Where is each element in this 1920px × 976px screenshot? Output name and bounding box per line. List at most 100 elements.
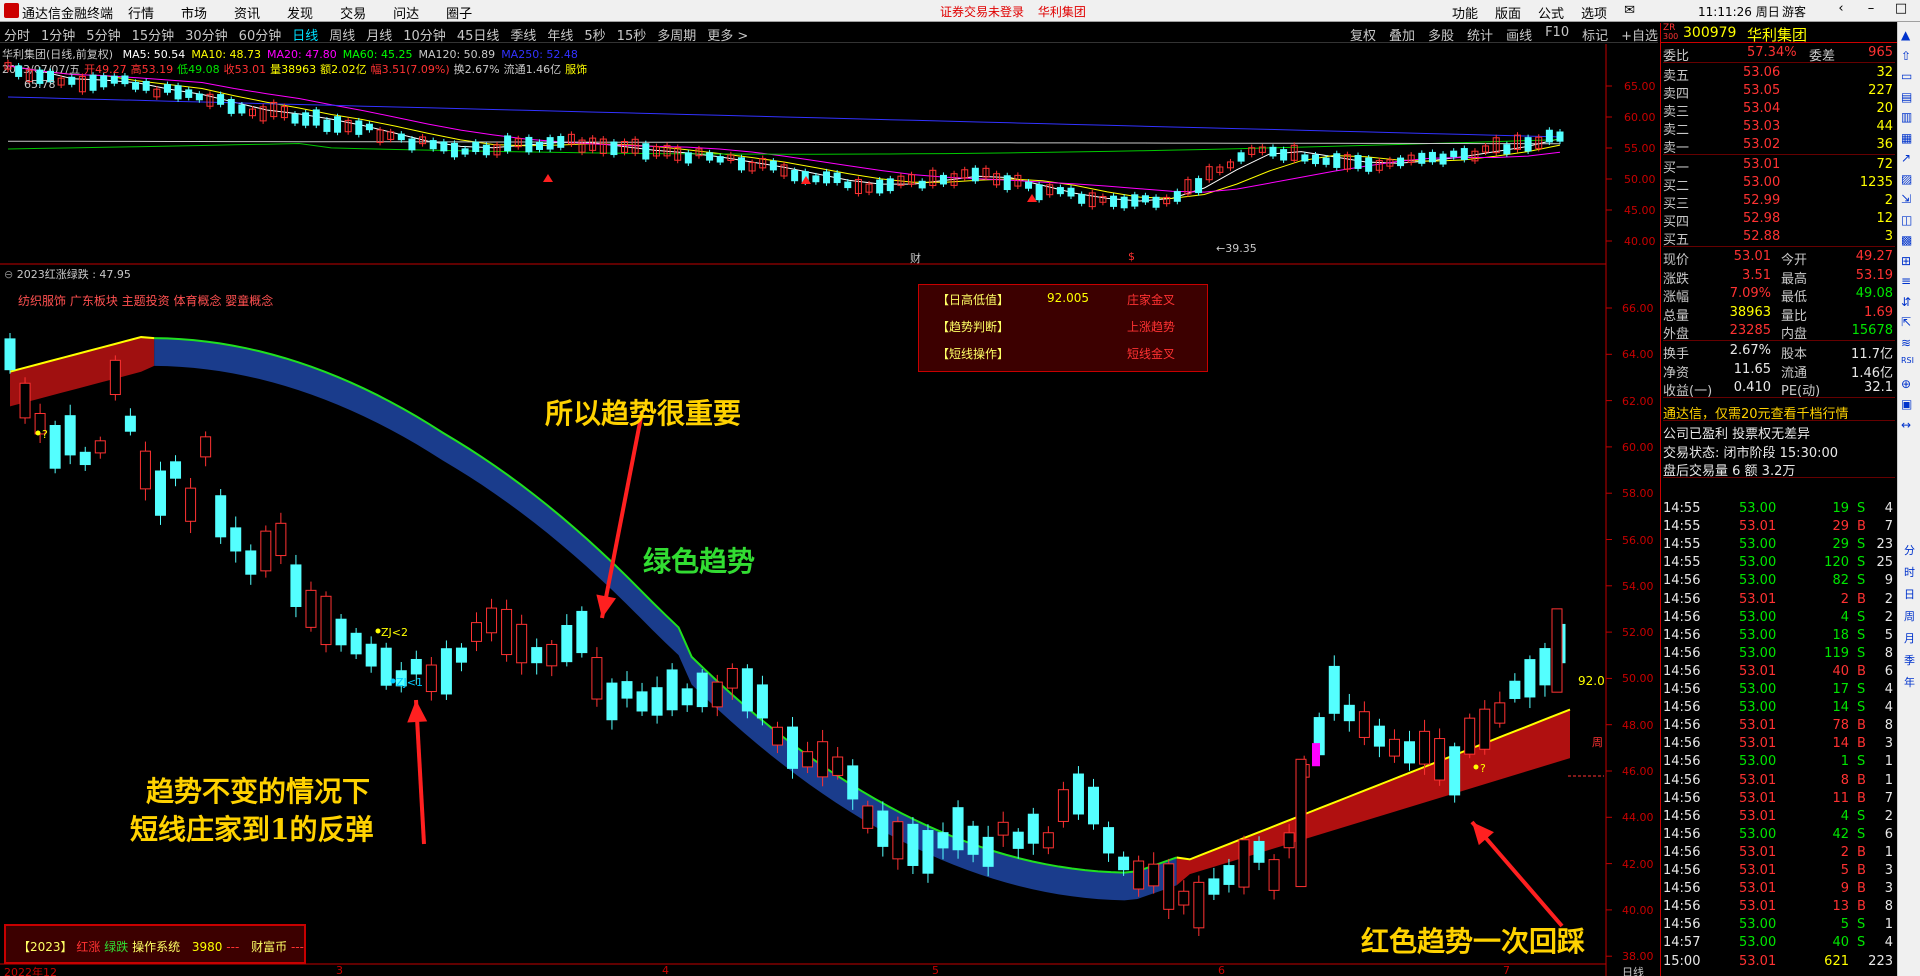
- menu-hangqing[interactable]: 行情: [128, 3, 154, 22]
- tool-strip-icon-13[interactable]: ⇵: [1901, 295, 1911, 309]
- period-strip-4[interactable]: 月: [1904, 630, 1915, 646]
- tool-strip-icon-6[interactable]: ↗: [1901, 151, 1911, 165]
- collapse-icon[interactable]: ⊖: [4, 268, 13, 281]
- arrow-green-trend-head: [596, 594, 617, 618]
- period-strip-6[interactable]: 年: [1904, 674, 1915, 690]
- minimize-icon[interactable]: –: [1856, 1, 1886, 16]
- tool-strip-icon-14[interactable]: ⇱: [1901, 315, 1911, 329]
- chart-tool-0[interactable]: 复权: [1350, 25, 1376, 44]
- tool-strip-icon-10[interactable]: ▩: [1901, 233, 1912, 247]
- system-banner[interactable]: 【2023】 红涨 绿跌 操作系统 3980 --- 财富币 ---: [4, 924, 306, 964]
- menu-banmian[interactable]: 版面: [1495, 3, 1521, 22]
- period-tab-7[interactable]: 周线: [329, 25, 355, 44]
- tick-count: 3: [1884, 736, 1893, 752]
- buy-label: 买四: [1663, 215, 1690, 230]
- tool-strip-icon-19[interactable]: ↔: [1901, 418, 1911, 432]
- period-tab-10[interactable]: 45日线: [457, 25, 500, 44]
- period-tab-3[interactable]: 15分钟: [132, 25, 175, 44]
- title-bar: 通达信金融终端 行情 市场 资讯 发现 交易 问达 圈子 证券交易未登录 华利集…: [0, 0, 1920, 22]
- back-icon[interactable]: ‹: [1826, 1, 1856, 16]
- chart-tool-2[interactable]: 多股: [1428, 25, 1454, 44]
- tick-count: 23: [1876, 537, 1893, 553]
- buy-volume: 2: [1884, 193, 1893, 208]
- period-tab-11[interactable]: 季线: [510, 25, 536, 44]
- menu-gongshi[interactable]: 公式: [1538, 3, 1564, 22]
- period-tab-16[interactable]: 更多 >: [707, 25, 748, 44]
- stat2-label: 换手: [1663, 347, 1690, 362]
- login-notice[interactable]: 证券交易未登录: [940, 5, 1024, 19]
- chart-tool-7[interactable]: +自选: [1621, 25, 1658, 44]
- menu-zixun[interactable]: 资讯: [234, 3, 260, 22]
- period-tab-13[interactable]: 5秒: [584, 25, 605, 44]
- tool-strip-icon-4[interactable]: ▥: [1901, 110, 1912, 124]
- chart-tool-4[interactable]: 画线: [1506, 25, 1532, 44]
- tick-direction: S: [1857, 573, 1866, 589]
- guest-login[interactable]: 游客: [1782, 3, 1806, 20]
- stat2-label-2: 股本: [1781, 347, 1808, 362]
- menu-shichang[interactable]: 市场: [181, 3, 207, 22]
- period-tab-12[interactable]: 年线: [547, 25, 573, 44]
- candle-body: [1419, 730, 1431, 765]
- tick-time: 14:55: [1663, 537, 1701, 553]
- menu-jiaoyi[interactable]: 交易: [340, 3, 366, 22]
- tool-strip-icon-1[interactable]: ⇧: [1901, 49, 1911, 63]
- tool-strip-icon-5[interactable]: ▦: [1901, 131, 1912, 145]
- top-right-menu: 功能 版面 公式 选项 ✉: [1452, 3, 1652, 22]
- tool-strip-icon-12[interactable]: ≡: [1901, 274, 1911, 288]
- period-strip-2[interactable]: 日: [1904, 586, 1915, 602]
- x-tick-4: 6: [1218, 964, 1225, 976]
- top-candle-body: [557, 136, 565, 148]
- chart-tool-3[interactable]: 统计: [1467, 25, 1493, 44]
- low-label: ←39.35: [1216, 242, 1257, 255]
- tool-strip-icon-0[interactable]: ▲: [1901, 28, 1910, 42]
- tool-strip-icon-2[interactable]: ▭: [1901, 69, 1912, 83]
- signal-key-1: 【日高低值】: [937, 293, 1010, 307]
- mail-icon[interactable]: ✉: [1624, 3, 1635, 22]
- period-tab-14[interactable]: 15秒: [617, 25, 647, 44]
- period-tab-5[interactable]: 60分钟: [239, 25, 282, 44]
- tick-time: 14:56: [1663, 826, 1701, 842]
- tool-strip-icon-18[interactable]: ▣: [1901, 397, 1912, 411]
- period-strip-1[interactable]: 时: [1904, 564, 1915, 580]
- signal-state-2: 上涨趋势: [1127, 320, 1176, 334]
- tick-row-6: 14:56 53.00 4 S 2: [1663, 610, 1895, 628]
- period-tab-0[interactable]: 分时: [4, 25, 30, 44]
- menu-xuanxiang[interactable]: 选项: [1581, 3, 1607, 22]
- tick-count: 1: [1884, 844, 1893, 860]
- period-tab-15[interactable]: 多周期: [657, 25, 696, 44]
- period-tab-2[interactable]: 5分钟: [86, 25, 120, 44]
- tool-strip-icon-17[interactable]: ⊕: [1901, 377, 1911, 391]
- period-tab-9[interactable]: 10分钟: [403, 25, 446, 44]
- period-strip-5[interactable]: 季: [1904, 652, 1915, 668]
- period-tab-4[interactable]: 30分钟: [185, 25, 228, 44]
- period-tab-6[interactable]: 日线: [292, 25, 318, 44]
- chart-tool-5[interactable]: F10: [1545, 25, 1569, 44]
- tool-strip-icon-8[interactable]: ⇲: [1901, 192, 1911, 206]
- top-candle-body: [185, 89, 193, 98]
- sub-y-tick-4: 58.00: [1622, 487, 1654, 501]
- period-strip-0[interactable]: 分: [1904, 542, 1915, 558]
- menu-wenda[interactable]: 问达: [393, 3, 419, 22]
- menu-quanzi[interactable]: 圈子: [446, 3, 472, 22]
- tool-strip-icon-9[interactable]: ◫: [1901, 213, 1912, 227]
- candle-body: [621, 681, 633, 699]
- period-tab-8[interactable]: 月线: [366, 25, 392, 44]
- tool-strip-icon-15[interactable]: ≋: [1901, 336, 1911, 350]
- candle-body: [877, 810, 889, 847]
- candle-body: [726, 667, 738, 689]
- chart-tool-6[interactable]: 标记: [1582, 25, 1608, 44]
- tool-strip-icon-7[interactable]: ▨: [1901, 172, 1912, 186]
- chart-tool-1[interactable]: 叠加: [1389, 25, 1415, 44]
- tool-strip-icon-11[interactable]: ⊞: [1901, 254, 1911, 268]
- candle-body: [425, 664, 437, 693]
- period-strip-3[interactable]: 周: [1904, 608, 1915, 624]
- tool-strip-icon-16[interactable]: RSI: [1901, 356, 1914, 365]
- menu-gongneng[interactable]: 功能: [1452, 3, 1478, 22]
- tick-count: 25: [1876, 555, 1893, 571]
- maximize-icon[interactable]: □: [1886, 1, 1916, 16]
- tool-strip-icon-3[interactable]: ▤: [1901, 90, 1912, 104]
- menu-faxian[interactable]: 发现: [287, 3, 313, 22]
- period-tab-1[interactable]: 1分钟: [41, 25, 75, 44]
- tick-row-24: 14:57 53.00 40 S 4: [1663, 935, 1895, 953]
- sell-label: 卖一: [1663, 141, 1690, 156]
